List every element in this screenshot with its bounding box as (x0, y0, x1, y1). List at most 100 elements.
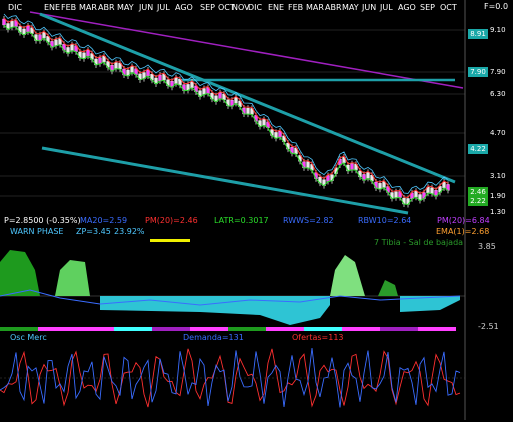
phase-strip-segment (228, 327, 266, 331)
purple-trendline (29, 11, 464, 89)
osc-merc-label: Osc Merc (10, 333, 47, 342)
candle-body (130, 66, 134, 73)
demanda-label: Demanda=131 (183, 333, 244, 342)
candle-body (114, 62, 118, 69)
price-tick: 7.90 (490, 68, 506, 76)
ma20-readout: MA20=2.59 (80, 216, 128, 225)
month-label: AGO (398, 3, 416, 12)
month-label: AGO (175, 3, 193, 12)
candle-body (42, 32, 46, 39)
ofertas-label: Ofertas=113 (292, 333, 344, 342)
oscillator-min: -2.51 (478, 322, 499, 331)
month-label: MAR (306, 3, 324, 12)
candle-body (234, 97, 238, 104)
zp-percent: 23.92% (114, 227, 145, 236)
phase-strip-segment (304, 327, 342, 331)
price-tick: 1.90 (490, 192, 506, 200)
candle-body (54, 39, 58, 46)
month-label: SEP (420, 3, 435, 12)
chart-window: DIC ENE FEB MAR ABR MAY JUN JUL AGO SEP OCT NOV DIC E… (0, 0, 513, 420)
candle-body (306, 161, 310, 168)
pm-readout: PM(20)=6.84 (437, 216, 490, 225)
rbw10-readout: RBW10=2.64 (358, 216, 412, 225)
price-level-box: 4.22 (468, 144, 488, 154)
month-label: MAY (117, 3, 134, 12)
month-label: DIC (8, 3, 23, 12)
signal-bar (150, 239, 190, 242)
candle-body (202, 88, 206, 95)
candle-body (394, 191, 398, 198)
latr-readout: LATR=0.3017 (214, 216, 269, 225)
month-label: MAR (79, 3, 97, 12)
candle-body (326, 175, 330, 182)
month-label: NOV (232, 3, 250, 12)
candle-body (414, 191, 418, 198)
candle-body (366, 172, 370, 179)
red-moving-average (3, 17, 449, 198)
candle-body (430, 187, 434, 194)
month-axis: DIC ENE FEB MAR ABR MAY JUN JUL AGO SEP OCT NOV DIC E… (0, 3, 460, 13)
candle-body (10, 21, 14, 28)
phase-strip-segment (0, 327, 38, 331)
candle-body (190, 81, 194, 89)
oscillator-green-area (0, 250, 40, 296)
oscillator-green-area (378, 280, 398, 296)
corner-label: F=0.0 (484, 2, 509, 11)
oscillator-green-area (330, 255, 365, 296)
pm20-readout: PM(20)=2.46 (145, 216, 198, 225)
month-label: JUL (380, 3, 393, 12)
price-level-box: 2.22 (468, 196, 488, 206)
month-label: FEB (61, 3, 77, 12)
rwws-readout: RWWS=2.82 (283, 216, 334, 225)
candle-body (86, 49, 90, 57)
oscillator-green-area (55, 260, 90, 296)
stock-chart-canvas[interactable] (0, 0, 513, 420)
oscillator-max: 3.85 (478, 242, 496, 251)
price-tick: 4.70 (490, 129, 506, 137)
oscillator-title: 7 Tibia - Sal de bajada (374, 238, 464, 247)
candle-body (26, 25, 30, 33)
month-label: JUN (362, 3, 377, 12)
candle-body (158, 74, 162, 82)
month-label: FEB (288, 3, 304, 12)
price-tick: 1.30 (490, 208, 506, 216)
month-label: DIC (248, 3, 263, 12)
month-label: ENE (44, 3, 61, 12)
month-label: ABR (98, 3, 115, 12)
month-label: JUN (139, 3, 154, 12)
lower-trendline (41, 146, 409, 215)
price-level-box: 8.91 (468, 29, 488, 39)
phase-strip-segment (152, 327, 190, 331)
price-tick: 9.10 (490, 26, 506, 34)
candle-body (174, 77, 178, 84)
warn-phase-label: WARN PHASE (10, 227, 64, 236)
month-label: OCT (440, 3, 457, 12)
phase-strip-segment (266, 327, 304, 331)
phase-strip-segment (380, 327, 418, 331)
ema-readout: EMA(1)=2.68 (436, 227, 490, 236)
candle-body (442, 181, 446, 189)
candle-body (262, 119, 266, 126)
month-label: ABR (325, 3, 342, 12)
month-label: MAY (342, 3, 359, 12)
candle-body (146, 69, 150, 77)
month-label: JUL (157, 3, 170, 12)
price-readout: P=2.8500 (-0.35%) (4, 216, 81, 225)
candle-body (70, 44, 74, 51)
candle-body (350, 163, 354, 170)
phase-strip-segment (418, 327, 456, 331)
price-tick: 3.10 (490, 172, 506, 180)
month-label: ENE (268, 3, 285, 12)
upper-trendline (39, 12, 456, 184)
candle-body (246, 107, 250, 115)
price-tick: 6.30 (490, 90, 506, 98)
phase-strip-segment (190, 327, 228, 331)
candle-body (218, 92, 222, 99)
oscillator-cyan-area (100, 296, 330, 325)
phase-strip-segment (342, 327, 380, 331)
phase-strip-segment (114, 327, 152, 331)
zp-readout: ZP=3.45 (76, 227, 111, 236)
price-level-box: 7.90 (468, 67, 488, 77)
phase-strip-segment (38, 327, 76, 331)
phase-strip-segment (76, 327, 114, 331)
